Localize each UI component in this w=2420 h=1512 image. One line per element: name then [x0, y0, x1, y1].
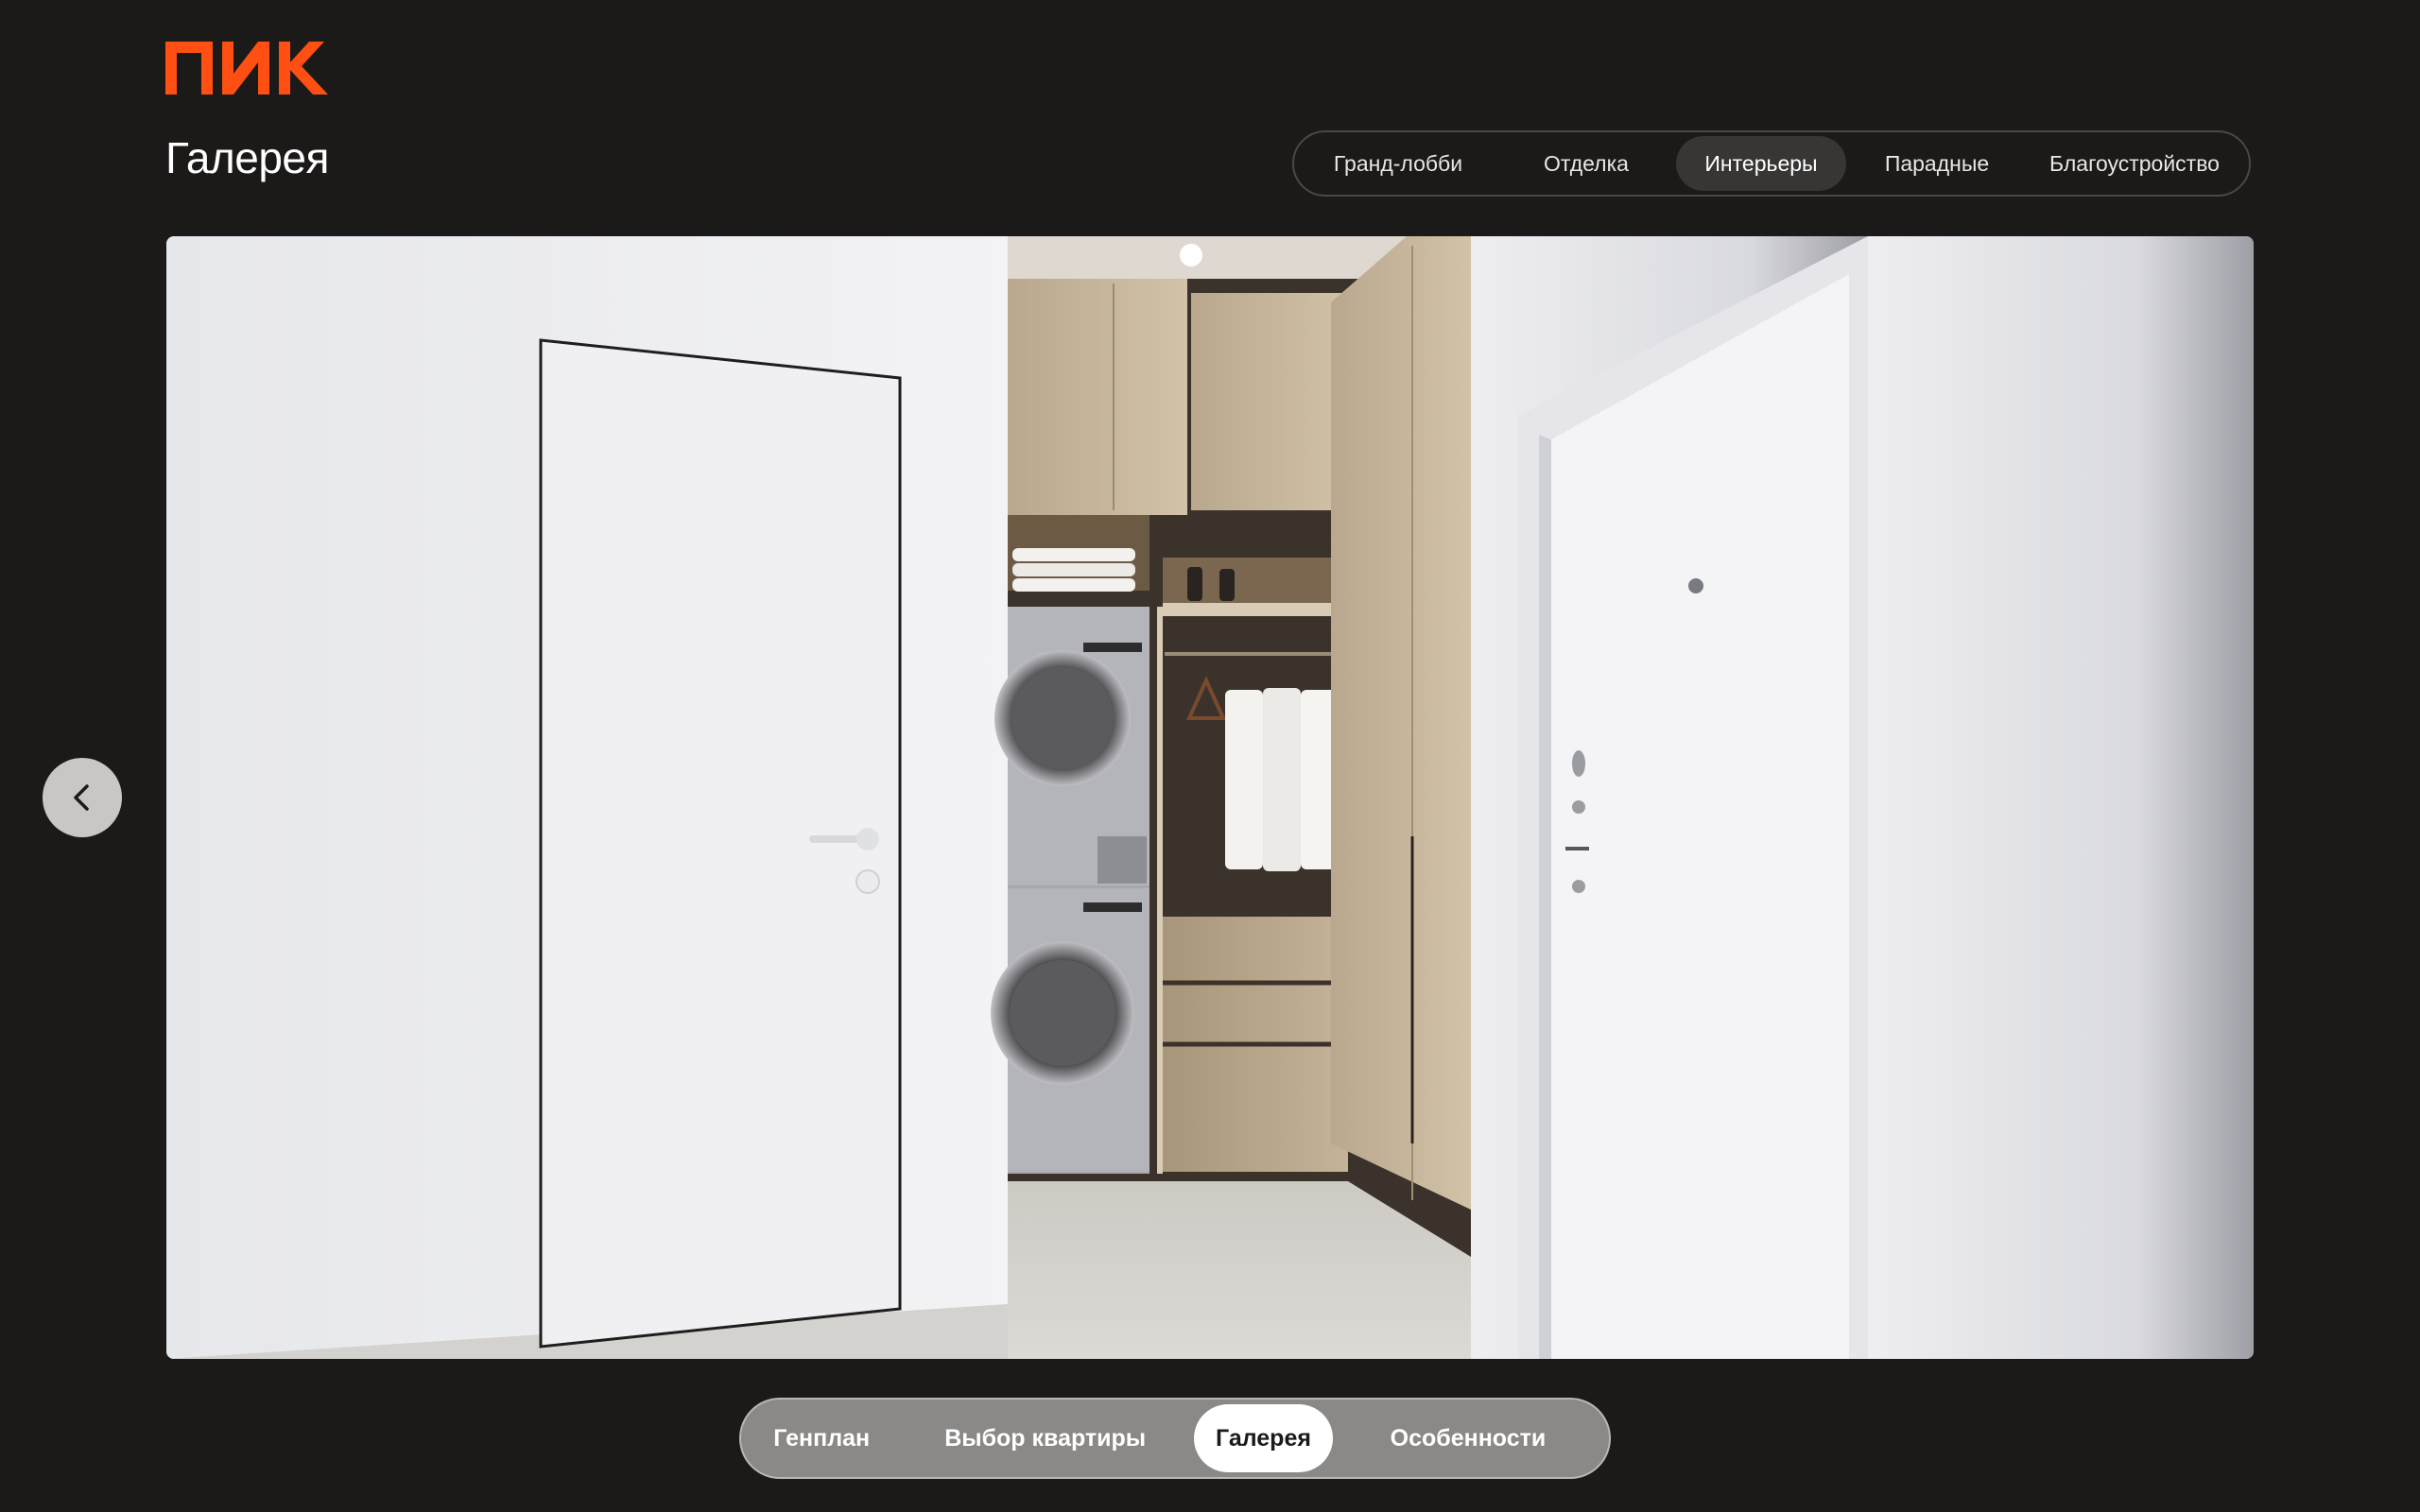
category-tabs: Гранд-лобби Отделка Интерьеры Парадные Б…: [1292, 130, 2251, 197]
tab-landscaping[interactable]: Благоустройство: [2028, 136, 2241, 191]
pik-logo-mark: [165, 42, 328, 94]
tab-entrances[interactable]: Парадные: [1846, 136, 2028, 191]
gallery-image[interactable]: [166, 236, 2254, 1359]
tab-grand-lobby[interactable]: Гранд-лобби: [1300, 136, 1496, 191]
pik-logo[interactable]: [165, 42, 332, 94]
page: Галерея Гранд-лобби Отделка Интерьеры Па…: [0, 0, 2420, 1512]
bottom-nav: Генплан Выбор квартиры Галерея Особеннос…: [739, 1398, 1611, 1479]
tab-finishing[interactable]: Отделка: [1496, 136, 1676, 191]
prev-button[interactable]: [43, 758, 122, 837]
page-title: Галерея: [165, 133, 329, 182]
chevron-left-icon: [74, 784, 89, 811]
nav-genplan[interactable]: Генплан: [747, 1404, 896, 1472]
interior-render: [166, 236, 2254, 1359]
nav-features[interactable]: Особенности: [1333, 1404, 1603, 1472]
tab-interiors[interactable]: Интерьеры: [1676, 136, 1846, 191]
nav-gallery[interactable]: Галерея: [1194, 1404, 1333, 1472]
nav-apartment-select[interactable]: Выбор квартиры: [896, 1404, 1194, 1472]
